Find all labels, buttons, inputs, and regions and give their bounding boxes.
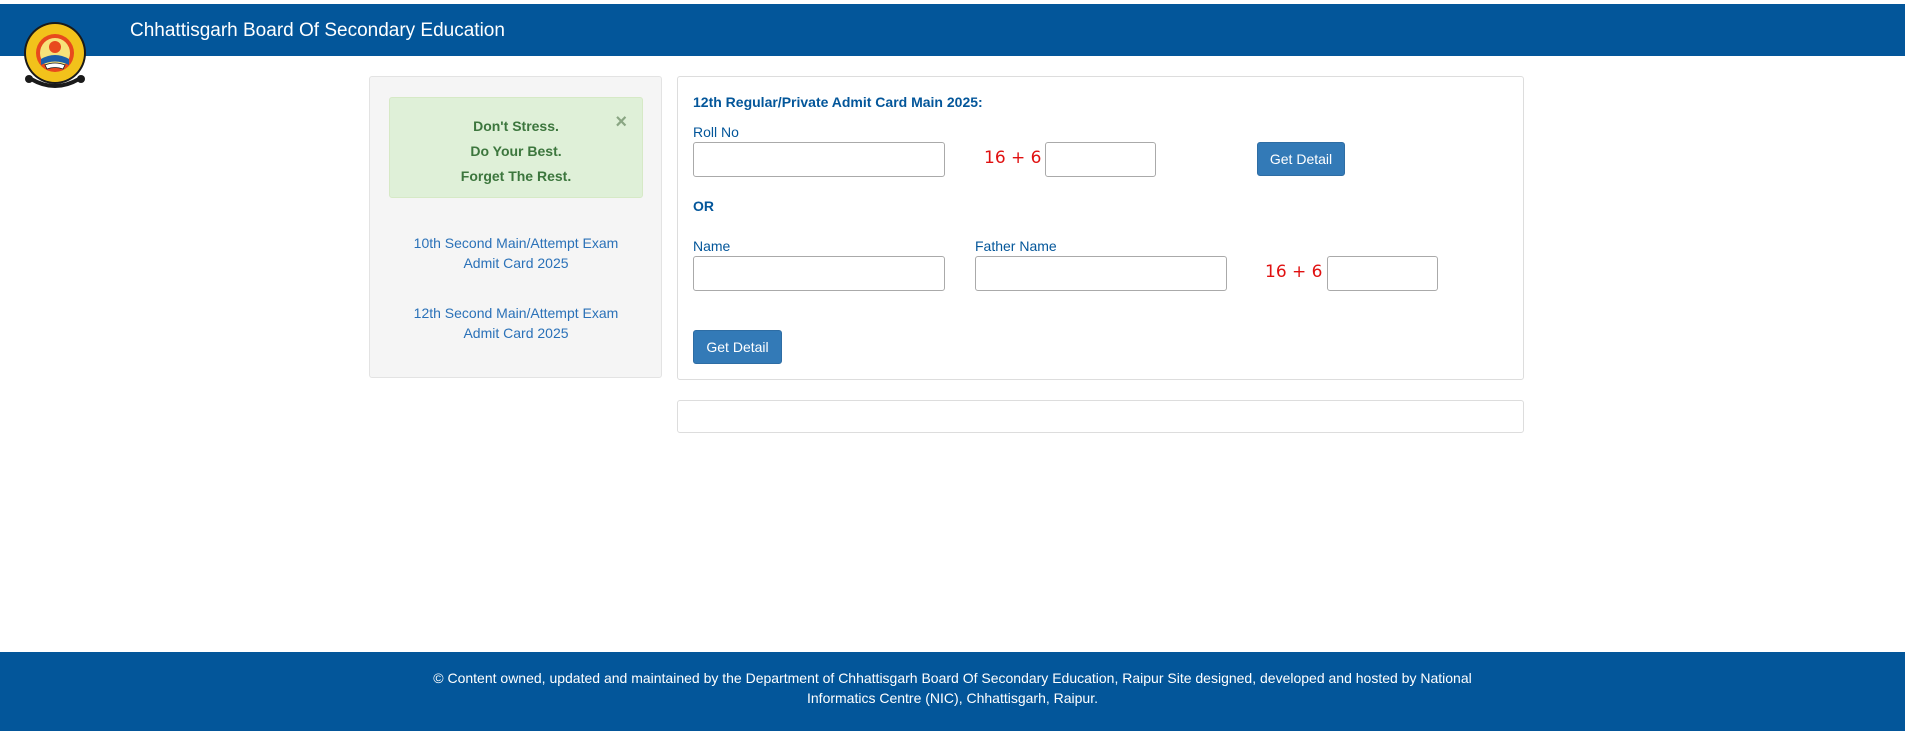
footer: © Content owned, updated and maintained … <box>0 652 1905 731</box>
captcha-answer-input[interactable] <box>1045 142 1156 177</box>
get-detail-by-name-button[interactable]: Get Detail <box>693 330 782 364</box>
roll-no-input[interactable] <box>693 142 945 177</box>
father-name-label: Father Name <box>975 238 1057 254</box>
motivation-alert: × Don't Stress. Do Your Best. Forget The… <box>389 97 643 198</box>
result-panel <box>677 400 1524 433</box>
get-detail-by-roll-button[interactable]: Get Detail <box>1257 142 1345 176</box>
header-bar: Chhattisgarh Board Of Secondary Educatio… <box>0 4 1905 56</box>
footer-text: © Content owned, updated and maintained … <box>433 670 1472 706</box>
link-12th-second-admit-card[interactable]: 12th Second Main/Attempt Exam Admit Card… <box>400 303 632 343</box>
sidebar-panel: × Don't Stress. Do Your Best. Forget The… <box>369 76 662 378</box>
name-input[interactable] <box>693 256 945 291</box>
or-separator: OR <box>693 198 714 214</box>
roll-no-label: Roll No <box>693 124 739 140</box>
alert-line: Forget The Rest. <box>460 168 572 184</box>
board-emblem-icon <box>24 22 86 88</box>
form-title: 12th Regular/Private Admit Card Main 202… <box>693 94 983 110</box>
father-name-input[interactable] <box>975 256 1227 291</box>
close-icon[interactable]: × <box>615 112 627 132</box>
link-10th-second-admit-card[interactable]: 10th Second Main/Attempt Exam Admit Card… <box>400 233 632 273</box>
alert-line: Don't Stress. <box>473 118 559 134</box>
name-label: Name <box>693 238 731 254</box>
site-title: Chhattisgarh Board Of Secondary Educatio… <box>130 20 505 41</box>
alert-line: Do Your Best. <box>470 143 562 159</box>
captcha-answer-input-2[interactable] <box>1327 256 1438 291</box>
page: Chhattisgarh Board Of Secondary Educatio… <box>0 0 1905 731</box>
admit-card-form-panel: 12th Regular/Private Admit Card Main 202… <box>677 76 1524 380</box>
